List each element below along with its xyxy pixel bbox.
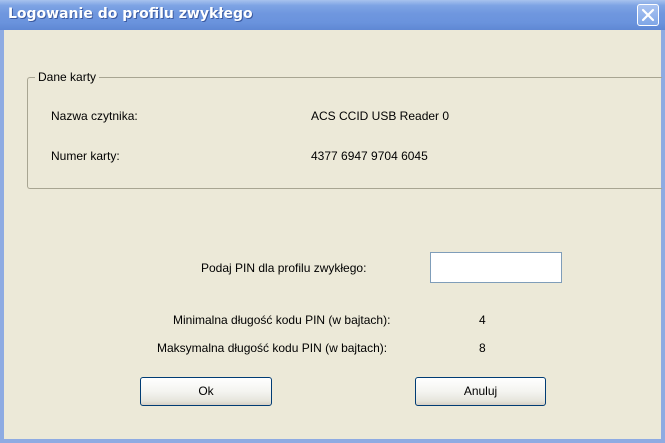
card-number-value: 4377 6947 9704 6045	[311, 149, 428, 163]
pin-prompt-label: Podaj PIN dla profilu zwykłego:	[201, 261, 367, 275]
card-info-groupbox	[27, 77, 662, 189]
login-dialog: Logowanie do profilu zwykłego Dane karty…	[0, 0, 665, 443]
pin-max-length-label: Maksymalna długość kodu PIN (w bajtach):	[157, 341, 388, 355]
card-number-label: Numer karty:	[51, 149, 120, 163]
cancel-button[interactable]: Anuluj	[415, 377, 546, 406]
pin-min-length-value: 4	[479, 313, 486, 327]
close-button[interactable]	[637, 4, 659, 26]
ok-button[interactable]: Ok	[140, 377, 272, 406]
pin-input[interactable]	[430, 252, 562, 283]
window-frame-bottom	[0, 439, 665, 443]
reader-name-value: ACS CCID USB Reader 0	[311, 109, 450, 123]
window-frame-left	[0, 30, 4, 443]
title-bar[interactable]: Logowanie do profilu zwykłego	[0, 0, 665, 30]
card-info-group-label: Dane karty	[35, 70, 100, 84]
pin-max-length-value: 8	[479, 341, 486, 355]
pin-min-length-label: Minimalna długość kodu PIN (w bajtach):	[173, 313, 391, 327]
window-title: Logowanie do profilu zwykłego	[8, 6, 253, 22]
reader-name-label: Nazwa czytnika:	[51, 109, 138, 123]
